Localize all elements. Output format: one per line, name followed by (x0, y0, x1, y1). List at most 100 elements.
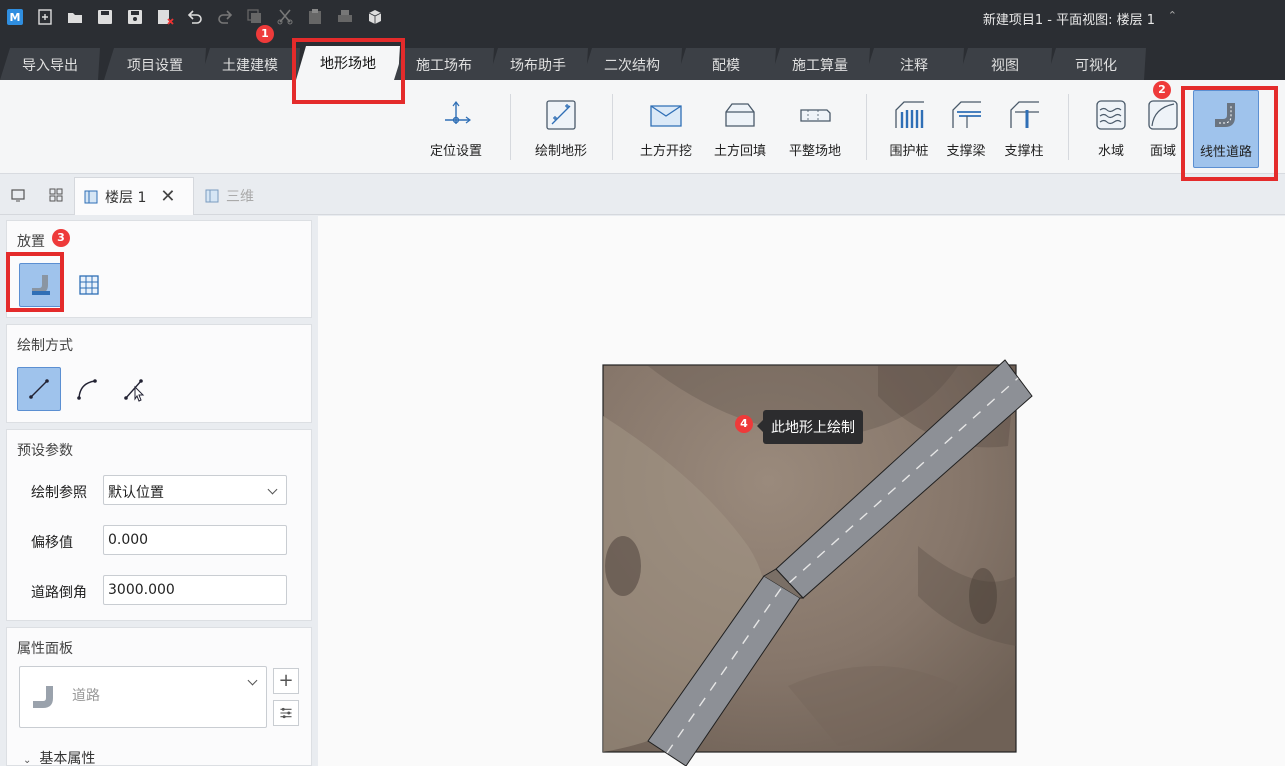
cut-icon[interactable] (276, 8, 294, 26)
tab-construction-quantity[interactable]: 施工算量 (770, 48, 870, 80)
tab-annotation[interactable]: 注释 (864, 48, 964, 80)
region-icon (1144, 96, 1182, 134)
line-tool-icon (29, 379, 49, 399)
undo-icon[interactable] (186, 8, 204, 26)
open-folder-icon[interactable] (66, 8, 84, 26)
preset-params-title: 预设参数 (17, 443, 73, 459)
level-site-button[interactable]: 平整场地 (778, 90, 852, 168)
title-bar: M 新建项目1 - 平面视图: 楼层 1 ⌃ (0, 0, 1285, 36)
tab-import-export[interactable]: 导入导出 (0, 48, 100, 80)
doc-tab-label: 三维 (226, 189, 254, 205)
copy-icon[interactable] (246, 8, 264, 26)
print-icon[interactable] (336, 8, 354, 26)
switch-window-icon[interactable] (10, 187, 26, 203)
title-dropdown-icon[interactable]: ⌃ (1168, 9, 1177, 22)
3d-view-icon (205, 189, 219, 203)
support-column-icon (1005, 96, 1043, 134)
highlight-tab-box (292, 38, 405, 104)
doc-tab-floor-1[interactable]: 楼层 1 ✕ (74, 177, 194, 215)
add-type-button[interactable]: + (273, 668, 299, 694)
save-as-icon[interactable] (126, 8, 144, 26)
tab-view[interactable]: 视图 (958, 48, 1052, 80)
tile-windows-icon[interactable] (48, 187, 64, 203)
draw-mode-title: 绘制方式 (17, 338, 73, 354)
terrain-draw-icon (542, 96, 580, 134)
canvas-tooltip: 此地形上绘制 (757, 410, 863, 444)
paste-icon[interactable] (306, 8, 324, 26)
doc-tab-3d[interactable]: 三维 (196, 177, 296, 215)
window-title: 新建项目1 - 平面视图: 楼层 1 (982, 13, 1155, 28)
step-badge-3: 3 (52, 229, 70, 247)
water-icon (1092, 96, 1130, 134)
ribbon-separator (510, 94, 511, 160)
ribbon-tabs: 导入导出 项目设置 土建建模 地形场地 施工场布 场布助手 二次结构 配模 施工… (0, 36, 1285, 80)
close-icon[interactable]: ✕ (160, 186, 175, 207)
close-file-icon[interactable] (156, 8, 174, 26)
tab-visualization[interactable]: 可视化 (1046, 48, 1146, 80)
new-file-icon[interactable] (36, 8, 54, 26)
basic-props-label: 基本属性 (39, 751, 96, 766)
support-column-button[interactable]: 支撑柱 (996, 90, 1052, 168)
ribbon-separator (612, 94, 613, 160)
excavation-icon (647, 96, 685, 134)
axis-origin-icon (437, 96, 475, 134)
doc-tab-label: 楼层 1 (105, 189, 147, 206)
settings-sliders-icon (280, 707, 292, 719)
drawing-canvas[interactable]: 此地形上绘制 (318, 216, 1285, 766)
draw-terrain-button[interactable]: 绘制地形 (526, 90, 596, 168)
tab-layout-assistant[interactable]: 场布助手 (488, 48, 588, 80)
tab-secondary-structure[interactable]: 二次结构 (582, 48, 682, 80)
ribbon-separator (1068, 94, 1069, 160)
basic-props-toggle[interactable]: ⌄ 基本属性 (23, 748, 95, 766)
tab-civil-modeling[interactable]: 土建建模 (200, 48, 300, 80)
grid-place-icon (79, 275, 99, 295)
water-area-button[interactable]: 水域 (1086, 90, 1136, 168)
draw-ref-select[interactable]: 默认位置 (103, 475, 287, 505)
step-badge-4: 4 (735, 415, 753, 433)
ribbon-separator (866, 94, 867, 160)
line-tool-button[interactable] (17, 367, 61, 411)
draw-mode-section: 绘制方式 (6, 324, 312, 423)
step-badge-2: 2 (1153, 81, 1171, 99)
properties-section: 属性面板 道路 + ⌄ 基本属性 (6, 627, 312, 766)
tab-project-settings[interactable]: 项目设置 (104, 48, 206, 80)
road-fillet-label: 道路倒角 (31, 585, 87, 601)
properties-title: 属性面板 (17, 641, 73, 657)
step-badge-1: 1 (256, 25, 274, 43)
tab-construction-layout[interactable]: 施工场布 (394, 48, 494, 80)
road-type-icon (33, 686, 53, 708)
positioning-settings-button[interactable]: 定位设置 (420, 90, 492, 168)
support-beam-button[interactable]: 支撑梁 (938, 90, 994, 168)
redo-icon[interactable] (216, 8, 234, 26)
placement-title: 放置 (17, 234, 45, 250)
highlight-road-button-box (1181, 86, 1278, 181)
earth-excavation-button[interactable]: 土方开挖 (630, 90, 702, 168)
support-beam-icon (947, 96, 985, 134)
retaining-pile-button[interactable]: 围护桩 (880, 90, 938, 168)
arc-tool-icon (77, 379, 97, 400)
terrain-viewport[interactable] (318, 216, 1285, 766)
tab-formwork[interactable]: 配模 (676, 48, 776, 80)
backfill-icon (721, 96, 759, 134)
offset-label: 偏移值 (31, 535, 73, 551)
chevron-down-icon: ⌄ (23, 755, 32, 766)
arc-tool-button[interactable] (65, 367, 109, 411)
3d-box-icon[interactable] (366, 8, 384, 26)
floor-plan-icon (84, 190, 98, 203)
pick-line-icon (124, 379, 145, 402)
svg-text:M: M (10, 11, 21, 24)
earth-backfill-button[interactable]: 土方回填 (704, 90, 776, 168)
pick-line-button[interactable] (113, 367, 157, 411)
offset-input[interactable]: 0.000 (103, 525, 287, 555)
retaining-pile-icon (890, 96, 928, 134)
app-logo-icon: M (6, 8, 24, 26)
level-site-icon (796, 96, 834, 134)
save-icon[interactable] (96, 8, 114, 26)
edit-type-button[interactable] (273, 700, 299, 726)
road-fillet-input[interactable]: 3000.000 (103, 575, 287, 605)
document-tab-bar: 楼层 1 ✕ 三维 (0, 175, 1285, 215)
ribbon-panel: 定位设置 绘制地形 土方开挖 土方回填 平整场地 围护桩 支撑梁 支撑柱 水域 … (0, 80, 1285, 174)
preset-params-section: 预设参数 绘制参照 默认位置 偏移值 0.000 道路倒角 3000.000 (6, 429, 312, 621)
type-selector-value: 道路 (72, 688, 100, 704)
grid-place-button[interactable] (67, 263, 111, 307)
